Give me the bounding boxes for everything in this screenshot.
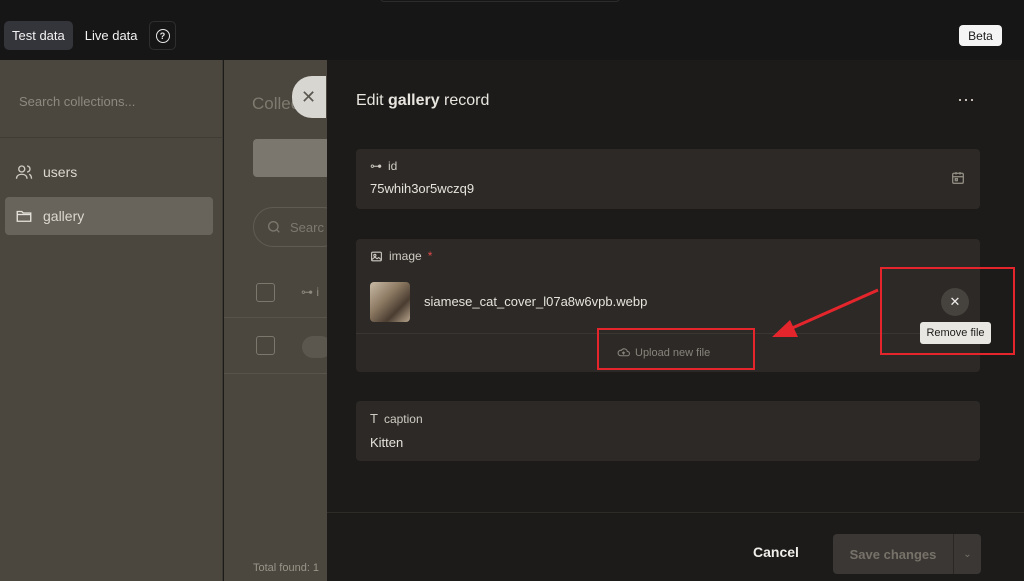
table-divider	[224, 317, 327, 318]
folder-icon	[16, 210, 32, 222]
image-icon	[371, 251, 382, 261]
id-column-label: i	[316, 285, 320, 299]
id-column-header[interactable]: ⊶ i	[301, 285, 319, 299]
total-found: Total found: 1	[253, 562, 320, 574]
sidebar-item-users[interactable]: users	[5, 153, 213, 191]
save-label: Save changes	[849, 546, 937, 562]
select-all-checkbox[interactable]	[256, 283, 275, 302]
annotation-box-remove	[880, 267, 1015, 355]
beta-badge[interactable]: Beta	[959, 25, 1002, 46]
new-record-button[interactable]	[253, 139, 333, 177]
panel-title: Edit gallery record	[356, 92, 489, 110]
file-name[interactable]: siamese_cat_cover_l07a8w6vpb.webp	[424, 294, 647, 309]
collections-sidebar: Search collections... users gallery	[0, 60, 223, 581]
question-circle-icon: ?	[155, 28, 170, 43]
title-suffix: record	[439, 92, 490, 109]
close-icon: ✕	[301, 86, 317, 107]
table-divider	[224, 373, 327, 374]
chevron-down-icon[interactable]: ⌄	[954, 549, 981, 560]
save-changes-button[interactable]: Save changes ⌄	[833, 534, 981, 574]
title-prefix: Edit	[356, 92, 389, 109]
close-panel-button[interactable]: ✕	[292, 76, 326, 118]
sidebar-divider	[0, 137, 223, 138]
more-horizontal-icon[interactable]: ⋯	[957, 90, 976, 111]
text-icon: T	[370, 411, 378, 426]
key-icon: ⊶	[370, 159, 382, 173]
sidebar-item-label: users	[43, 164, 78, 180]
sidebar-item-label: gallery	[43, 208, 85, 224]
help-button[interactable]: ?	[149, 21, 176, 50]
required-marker: *	[427, 249, 433, 263]
image-field-label: image *	[370, 249, 432, 263]
data-mode-toggle: Test data Live data	[4, 21, 146, 50]
image-label-text: image	[389, 249, 422, 263]
records-search-placeholder: Searc	[290, 219, 324, 235]
live-data-tab[interactable]: Live data	[77, 21, 146, 50]
calendar-icon[interactable]	[950, 170, 966, 186]
id-field[interactable]: ⊶ id 75whih3or5wczq9	[356, 149, 980, 209]
cancel-button[interactable]: Cancel	[753, 544, 799, 560]
row-checkbox[interactable]	[256, 336, 275, 355]
test-data-tab[interactable]: Test data	[4, 21, 73, 50]
sidebar-item-gallery[interactable]: gallery	[5, 197, 213, 235]
caption-field[interactable]: T caption Kitten	[356, 401, 980, 461]
caption-label-text: caption	[383, 411, 423, 426]
title-collection: gallery	[388, 92, 440, 109]
id-value: 75whih3or5wczq9	[370, 181, 475, 196]
top-search-ghost	[380, 0, 620, 2]
top-bar: Test data Live data ? Beta	[0, 0, 1024, 60]
search-collections-input[interactable]: Search collections...	[19, 94, 135, 109]
search-icon	[268, 221, 280, 233]
id-field-label: ⊶ id	[370, 159, 397, 173]
id-label-text: id	[388, 159, 398, 173]
users-icon	[15, 165, 33, 179]
caption-value[interactable]: Kitten	[370, 435, 403, 450]
file-thumbnail[interactable]	[370, 282, 410, 322]
footer-divider	[327, 512, 1024, 513]
records-list: Collectio Searc ⊶ i Total found: 1	[224, 60, 343, 581]
annotation-box-upload	[597, 328, 755, 370]
key-icon: ⊶	[301, 285, 313, 299]
caption-field-label: T caption	[370, 411, 423, 426]
